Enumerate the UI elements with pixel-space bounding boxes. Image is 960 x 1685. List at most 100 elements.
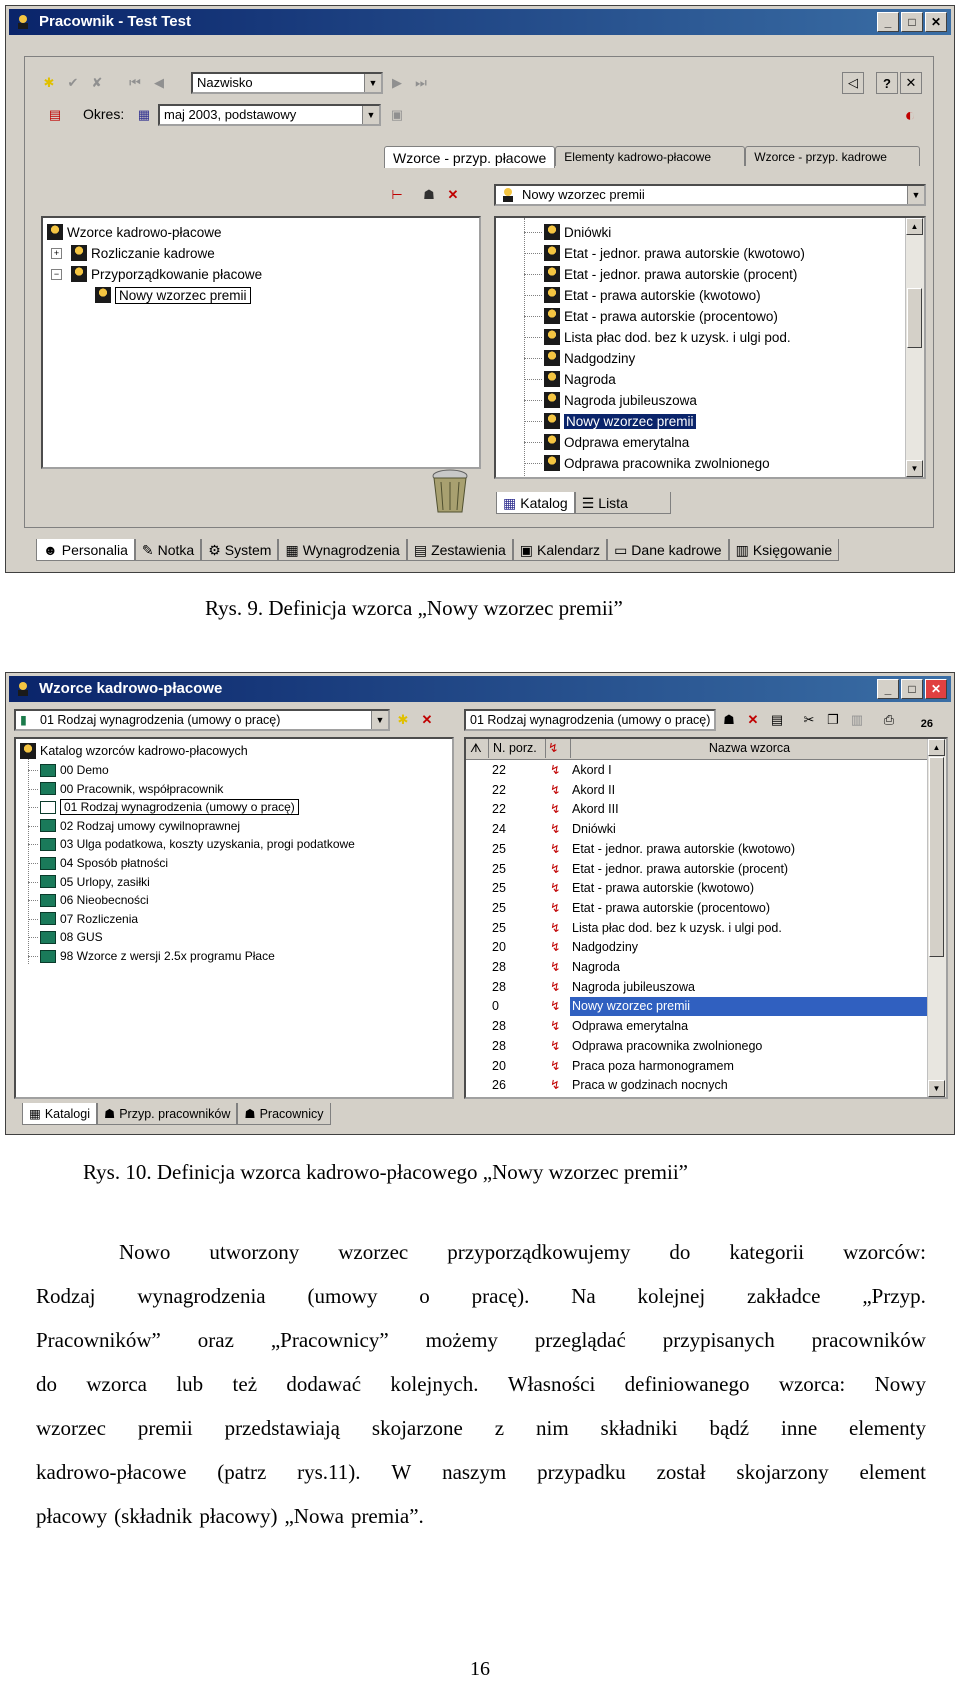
list-item[interactable]: Etat - prawa autorskie (kwotowo) [544, 285, 761, 305]
tab-system[interactable]: ⚙ System [201, 539, 279, 561]
scroll-down-icon[interactable]: ▼ [906, 460, 923, 477]
template-combo[interactable]: Nowy wzorzec premii ▼ [494, 184, 926, 206]
new-star-icon[interactable]: ✱ [38, 72, 60, 94]
window-title-bar[interactable]: Pracownik - Test Test _ □ ✕ [9, 9, 951, 35]
tree-node[interactable]: 00 Pracownik, współpracownik [40, 780, 223, 798]
trash-icon[interactable] [429, 468, 471, 516]
tab-wzorce-przyp-kadrowe[interactable]: Wzorce - przyp. kadrowe [745, 146, 921, 166]
list-item[interactable]: Dniówki [544, 222, 611, 242]
tree-node[interactable]: 03 Ulga podatkowa, koszty uzyskania, pro… [40, 835, 355, 853]
vertical-scrollbar[interactable]: ▲ ▼ [905, 218, 924, 477]
period-calendar-icon[interactable]: ▦ [133, 104, 155, 126]
left-category-combo[interactable]: ▮ 01 Rodzaj wynagrodzenia (umowy o pracę… [14, 709, 390, 731]
tree-node-root[interactable]: Katalog wzorców kadrowo-płacowych [20, 741, 248, 761]
tree-node[interactable]: 07 Rozliczenia [40, 910, 138, 928]
tree-node-root[interactable]: Wzorce kadrowo-płacowe [47, 222, 222, 242]
tab-notka[interactable]: ✎ Notka [134, 539, 202, 561]
table-row[interactable]: 20 ↯ Praca poza harmonogramem [466, 1057, 928, 1077]
close-button[interactable]: ✕ [925, 679, 947, 699]
maximize-button[interactable]: □ [901, 679, 923, 699]
right-category-combo[interactable]: 01 Rodzaj wynagrodzenia (umowy o pracę) [464, 709, 716, 731]
column-header-type-icon[interactable]: ↯ [548, 740, 558, 755]
tab-księgowanie[interactable]: ▥ Księgowanie [728, 539, 840, 561]
table-row[interactable]: 25 ↯ Etat - prawa autorskie (procentowo) [466, 899, 928, 919]
previous-record-icon[interactable]: ◀ [148, 72, 170, 94]
table-row[interactable]: 22 ↯ Akord III [466, 800, 928, 820]
cut-icon[interactable]: ✂ [798, 709, 820, 731]
delete-icon[interactable]: ✕ [416, 709, 438, 731]
new-star-icon[interactable]: ✱ [392, 709, 414, 731]
group-users-icon[interactable]: ☗ [718, 709, 740, 731]
chevron-down-icon[interactable]: ▼ [371, 711, 388, 729]
tab-przyp-pracowników[interactable]: ☗ Przyp. pracowników [97, 1103, 238, 1125]
tab-elementy-kadrowo-placowe[interactable]: Elementy kadrowo-płacowe [555, 146, 746, 166]
paste-icon[interactable]: ▥ [846, 709, 868, 731]
list-item[interactable]: Etat - jednor. prawa autorskie (procent) [544, 264, 797, 284]
scroll-down-icon[interactable]: ▼ [928, 1080, 945, 1097]
next-record-icon[interactable]: ▶ [386, 72, 408, 94]
tab-zestawienia[interactable]: ▤ Zestawienia [406, 539, 513, 561]
table-row[interactable]: 20 ↯ Nadgodziny [466, 938, 928, 958]
calendar-icon[interactable]: 26 [902, 709, 936, 731]
table-row[interactable]: 28 ↯ Odprawa pracownika zwolnionego [466, 1037, 928, 1057]
table-row[interactable]: 28 ↯ Nagroda jubileuszowa [466, 978, 928, 998]
table-row[interactable]: 26 ↯ Praca w godzinach nocnych [466, 1076, 928, 1096]
delete-icon[interactable]: ✕ [742, 709, 764, 731]
table-row[interactable]: 25 ↯ Etat - prawa autorskie (kwotowo) [466, 879, 928, 899]
tab-wynagrodzenia[interactable]: ▦ Wynagrodzenia [278, 539, 407, 561]
scroll-up-icon[interactable]: ▲ [906, 218, 923, 235]
table-row[interactable]: 22 ↯ Akord II [466, 781, 928, 801]
tree-node[interactable]: 04 Sposób płatności [40, 854, 168, 872]
expand-icon[interactable]: + [51, 248, 62, 259]
tab-personalia[interactable]: ☻ Personalia [36, 539, 135, 561]
table-row[interactable]: 28 ↯ Nagroda [466, 958, 928, 978]
tree-node-rozliczanie[interactable]: Rozliczanie kadrowe [71, 243, 215, 263]
last-record-icon[interactable]: ⏭ [410, 72, 432, 94]
first-record-icon[interactable]: ⏮ [124, 72, 146, 94]
column-header-name[interactable]: Nazwa wzorca [570, 739, 928, 758]
tree-node-przyporzadkowanie[interactable]: Przyporządkowanie płacowe [71, 264, 262, 284]
period-combo[interactable]: maj 2003, podstawowy ▼ [158, 104, 381, 126]
tab-pracownicy[interactable]: ☗ Pracownicy [237, 1103, 331, 1125]
help-icon[interactable]: ? [876, 72, 898, 94]
copy-period-icon[interactable]: ▣ [386, 104, 408, 126]
catalog-tree-panel[interactable]: Katalog wzorców kadrowo-płacowych 00 Dem… [14, 737, 454, 1099]
sort-combo[interactable]: Nazwisko ▼ [191, 72, 383, 94]
scroll-thumb[interactable] [907, 288, 922, 348]
close-button[interactable]: ✕ [925, 12, 947, 32]
list-item[interactable]: Odprawa emerytalna [544, 432, 689, 452]
copy-icon[interactable]: ❐ [822, 709, 844, 731]
properties-icon[interactable]: ▤ [766, 709, 788, 731]
scroll-thumb[interactable] [929, 757, 944, 957]
window-title-bar[interactable]: Wzorce kadrowo-płacowe _ □ ✕ [9, 676, 951, 702]
tree-node[interactable]: 02 Rodzaj umowy cywilnoprawnej [40, 817, 240, 835]
list-item[interactable]: Nowy wzorzec premii [544, 411, 696, 431]
tab-dane-kadrowe[interactable]: ▭ Dane kadrowe [607, 539, 729, 561]
tree-node[interactable]: 06 Nieobecności [40, 891, 149, 909]
tree-node[interactable]: 08 GUS [40, 928, 103, 946]
tree-node[interactable]: 00 Demo [40, 761, 109, 779]
confirm-icon[interactable]: ✔ [62, 72, 84, 94]
print-icon[interactable]: ⎙ [878, 709, 900, 731]
list-panel[interactable]: Dniówki Etat - jednor. prawa autorskie (k… [494, 216, 926, 479]
column-header-nr[interactable]: N. porz. [488, 739, 546, 758]
list-item[interactable]: Lista płac dod. bez k uzysk. i ulgi pod. [544, 327, 791, 347]
tree-node-nowy-wzorzec[interactable]: Nowy wzorzec premii [95, 285, 251, 305]
list-item[interactable]: Nagroda jubileuszowa [544, 390, 697, 410]
sort-icon[interactable]: ᗑ [470, 741, 482, 756]
list-item[interactable]: Nagroda [544, 369, 616, 389]
tab-kalendarz[interactable]: ▣ Kalendarz [512, 539, 608, 561]
delete-icon[interactable]: ✕ [442, 184, 464, 206]
collapse-icon[interactable]: − [51, 269, 62, 280]
chevron-down-icon[interactable]: ▼ [362, 106, 379, 124]
table-row[interactable]: 28 ↯ Odprawa emerytalna [466, 1017, 928, 1037]
table-row[interactable]: 25 ↯ Etat - jednor. prawa autorskie (kwoto… [466, 840, 928, 860]
list-item[interactable]: Odprawa pracownika zwolnionego [544, 453, 770, 473]
tab-lista[interactable]: ☰ Lista [574, 492, 671, 514]
template-table-panel[interactable]: ᗑ N. porz. ↯ Nazwa wzorca 22 ↯ Akord I 22 ↯ A… [464, 737, 948, 1099]
list-item[interactable]: Etat - jednor. prawa autorskie (kwotowo) [544, 243, 805, 263]
tree-panel[interactable]: Wzorce kadrowo-płacowe + Rozliczanie kad… [41, 216, 481, 469]
table-row[interactable]: 22 ↯ Akord I [466, 761, 928, 781]
tab-katalogi[interactable]: ▦ Katalogi [22, 1103, 97, 1125]
minimize-button[interactable]: _ [877, 12, 899, 32]
